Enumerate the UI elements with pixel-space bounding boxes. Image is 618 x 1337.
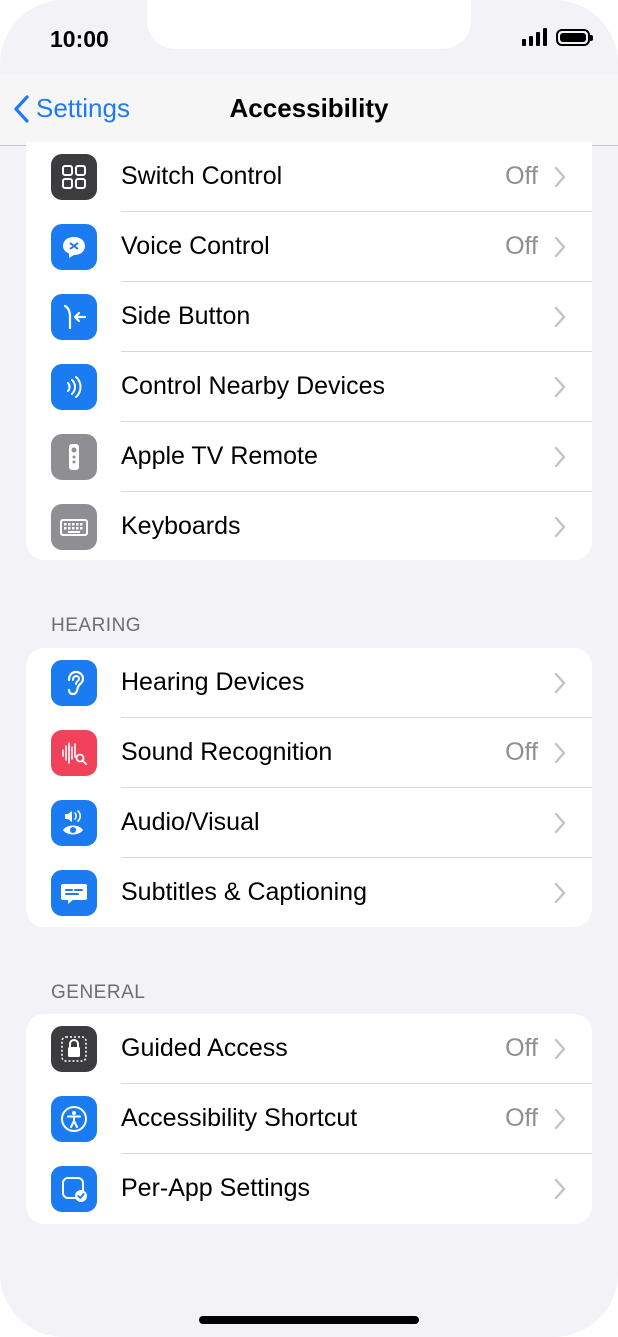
row-label: Hearing Devices (121, 668, 305, 696)
row-sound-recognition[interactable]: Sound Recognition Off (26, 718, 592, 788)
row-label: Guided Access (121, 1034, 288, 1062)
row-label: Accessibility Shortcut (121, 1104, 358, 1132)
row-label: Apple TV Remote (121, 442, 318, 470)
row-voice-control[interactable]: Voice Control Off (26, 212, 592, 282)
chevron-right-icon (554, 1178, 566, 1200)
row-label: Subtitles & Captioning (121, 878, 367, 906)
chevron-right-icon (554, 376, 566, 398)
row-label: Control Nearby Devices (121, 372, 385, 400)
row-label: Per-App Settings (121, 1174, 310, 1202)
chevron-right-icon (554, 166, 566, 188)
section-header-general: GENERAL (51, 982, 146, 1003)
row-guided-access[interactable]: Guided Access Off (26, 1014, 592, 1084)
row-label: Voice Control (121, 232, 270, 260)
row-per-app-settings[interactable]: Per-App Settings (26, 1154, 592, 1224)
voice-control-icon (51, 224, 97, 270)
section-header-hearing: HEARING (51, 615, 142, 636)
row-value: Off (505, 1034, 538, 1062)
row-switch-control[interactable]: Switch Control Off (26, 142, 592, 212)
status-time: 10:00 (50, 26, 109, 52)
chevron-right-icon (554, 446, 566, 468)
nearby-devices-icon (51, 364, 97, 410)
hearing-settings-group: Hearing Devices Sound Recognition Off Au… (26, 648, 592, 927)
navigation-bar: Settings Accessibility (0, 75, 618, 146)
row-label: Switch Control (121, 162, 283, 190)
motor-settings-group: Switch Control Off Voice Control Off Sid… (26, 142, 592, 560)
row-value: Off (505, 162, 538, 190)
subtitles-icon (51, 870, 97, 916)
chevron-right-icon (554, 236, 566, 258)
row-value: Off (505, 738, 538, 766)
chevron-right-icon (554, 306, 566, 328)
accessibility-icon (51, 1096, 97, 1142)
chevron-right-icon (554, 1108, 566, 1130)
row-control-nearby-devices[interactable]: Control Nearby Devices (26, 352, 592, 422)
row-accessibility-shortcut[interactable]: Accessibility Shortcut Off (26, 1084, 592, 1154)
row-hearing-devices[interactable]: Hearing Devices (26, 648, 592, 718)
signal-icon (522, 28, 547, 46)
row-value: Off (505, 1104, 538, 1132)
row-label: Side Button (121, 302, 251, 330)
page-title: Accessibility (229, 93, 389, 123)
chevron-right-icon (554, 1038, 566, 1060)
ear-icon (51, 660, 97, 706)
row-label: Keyboards (121, 512, 241, 540)
row-subtitles-captioning[interactable]: Subtitles & Captioning (26, 858, 592, 927)
side-button-icon (51, 294, 97, 340)
per-app-icon (51, 1166, 97, 1212)
chevron-right-icon (554, 812, 566, 834)
row-apple-tv-remote[interactable]: Apple TV Remote (26, 422, 592, 492)
chevron-right-icon (554, 882, 566, 904)
keyboard-icon (51, 504, 97, 550)
chevron-right-icon (554, 742, 566, 764)
home-indicator[interactable] (199, 1316, 419, 1324)
tv-remote-icon (51, 434, 97, 480)
battery-icon (556, 28, 593, 46)
phone-screen: 10:00 Settings Accessibility Switch Cont… (0, 0, 618, 1337)
row-value: Off (505, 232, 538, 260)
sound-recognition-icon (51, 730, 97, 776)
lock-icon (51, 1026, 97, 1072)
row-label: Sound Recognition (121, 738, 333, 766)
row-side-button[interactable]: Side Button (26, 282, 592, 352)
chevron-right-icon (554, 672, 566, 694)
status-icons (522, 28, 593, 46)
general-settings-group: Guided Access Off Accessibility Shortcut… (26, 1014, 592, 1224)
notch (147, 0, 471, 49)
row-label: Audio/Visual (121, 808, 260, 836)
row-audio-visual[interactable]: Audio/Visual (26, 788, 592, 858)
audio-visual-icon (51, 800, 97, 846)
switch-control-icon (51, 154, 97, 200)
chevron-right-icon (554, 516, 566, 538)
row-keyboards[interactable]: Keyboards (26, 492, 592, 560)
